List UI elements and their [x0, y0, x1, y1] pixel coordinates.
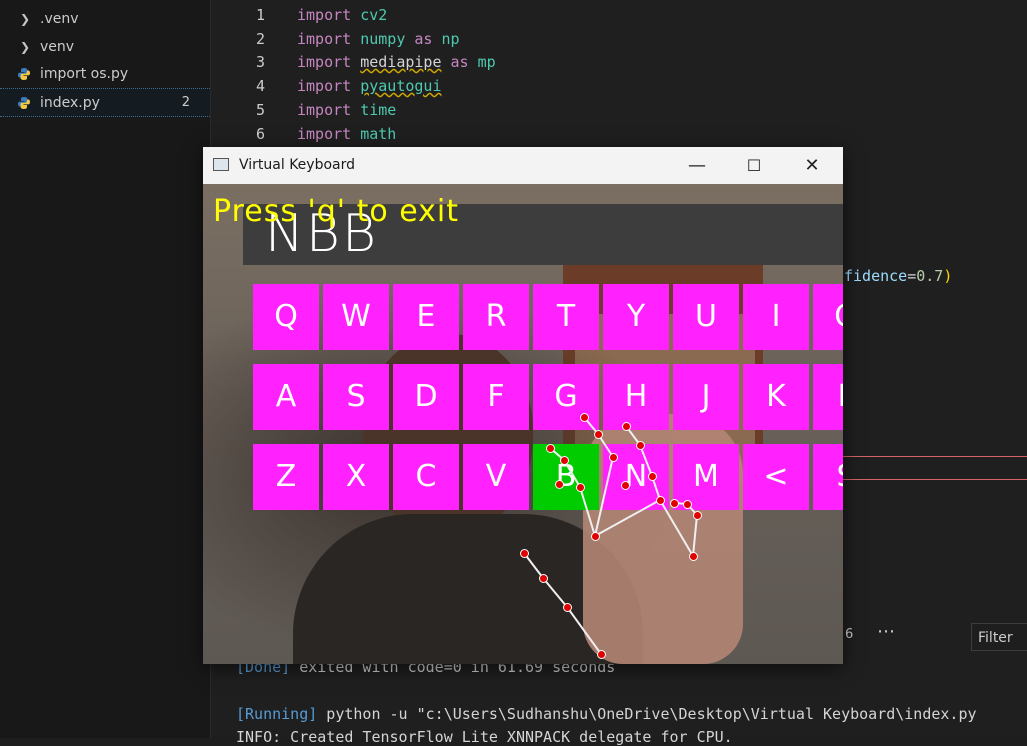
hand-landmark-dot — [693, 511, 702, 520]
python-file-icon — [18, 96, 30, 109]
line-number: 5 — [255, 101, 265, 119]
code-text-partial: fidence=0.7) — [844, 267, 953, 285]
hand-landmark-dot — [539, 574, 548, 583]
code-text: import pyautogui — [297, 77, 442, 95]
hand-landmark-dot — [683, 500, 692, 509]
minimize-button[interactable]: — — [668, 147, 726, 184]
code-line: 4 import pyautogui — [211, 77, 1027, 97]
code-line: 5 import time — [211, 101, 1027, 121]
skeleton-bone — [579, 486, 596, 537]
code-text: import numpy as np — [297, 30, 460, 48]
chevron-right-icon: ❯ — [19, 39, 31, 54]
window-title: Virtual Keyboard — [239, 157, 356, 173]
hand-landmark-dot — [563, 603, 572, 612]
hand-skeleton — [523, 416, 698, 655]
explorer-item-label: index.py — [40, 94, 100, 111]
code-text: import mediapipe as mp — [297, 53, 496, 71]
camera-feed: NBB Press 'q' to exit QWERTYUIOASDFGHJKL… — [203, 184, 843, 664]
hand-landmark-dot — [520, 549, 529, 558]
code-text: import cv2 — [297, 6, 388, 24]
hand-landmark-dot — [555, 480, 564, 489]
hand-landmark-dot — [609, 453, 618, 462]
hand-landmark-dot — [560, 456, 569, 465]
hand-landmark-dot — [546, 444, 555, 453]
window-titlebar[interactable]: Virtual Keyboard — ☐ ✕ — [203, 147, 843, 184]
code-line: 3 import mediapipe as mp — [211, 53, 1027, 73]
code-text: import time — [297, 101, 397, 119]
ellipsis-icon[interactable]: ⋯ — [877, 621, 895, 642]
hand-landmark-dot — [576, 483, 585, 492]
skeleton-bone — [594, 456, 614, 537]
line-number: 3 — [255, 53, 265, 71]
code-line: 6 import math — [211, 125, 1027, 145]
line-number: 1 — [255, 6, 265, 24]
hand-landmark-dot — [648, 472, 657, 481]
hand-landmark-dot — [580, 413, 589, 422]
skeleton-bone — [594, 499, 661, 537]
code-line: 1 import cv2 — [211, 6, 1027, 26]
hand-landmark-dot — [597, 650, 606, 659]
line-number: 4 — [255, 77, 265, 95]
terminal-info-line: INFO: Created TensorFlow Lite XNNPACK de… — [236, 728, 733, 746]
hand-landmark-dot — [656, 496, 665, 505]
hand-landmark-dot — [591, 532, 600, 541]
window-app-icon — [213, 158, 229, 171]
explorer-item-import-os[interactable]: import os.py — [0, 60, 210, 87]
filter-input[interactable]: Filter — [971, 623, 1027, 651]
explorer-item-label: .venv — [40, 10, 79, 27]
explorer-sidebar: ❯ .venv ❯ venv import os.py index.py 2 — [0, 0, 211, 738]
maximize-button[interactable]: ☐ — [725, 147, 783, 184]
virtual-keyboard-window: Virtual Keyboard — ☐ ✕ NBB Press 'q' to … — [203, 147, 843, 664]
explorer-item-label: venv — [40, 38, 75, 55]
highlight-line — [843, 479, 1027, 480]
explorer-item-venv[interactable]: ❯ venv — [0, 33, 210, 60]
hand-landmark-dot — [594, 430, 603, 439]
chevron-right-icon: ❯ — [19, 11, 31, 26]
terminal-running-line: [Running] python -u "c:\Users\Sudhanshu\… — [236, 705, 977, 723]
code-text: import math — [297, 125, 397, 143]
python-file-icon — [18, 67, 30, 80]
hand-landmark-dot — [670, 499, 679, 508]
close-button[interactable]: ✕ — [783, 147, 841, 184]
hand-landmark-dot — [689, 552, 698, 561]
hand-landmark-dot — [636, 441, 645, 450]
highlight-line — [843, 456, 1027, 457]
explorer-item-venv-hidden[interactable]: ❯ .venv — [0, 5, 210, 32]
explorer-item-label: import os.py — [40, 65, 129, 82]
line-number: 2 — [255, 30, 265, 48]
explorer-item-index[interactable]: index.py 2 — [0, 88, 210, 117]
code-line: 2 import numpy as np — [211, 30, 1027, 50]
line-number: 6 — [255, 125, 265, 143]
problems-badge: 2 — [181, 95, 190, 110]
hand-landmark-dot — [621, 481, 630, 490]
skeleton-bone — [692, 514, 698, 557]
skeleton-bone — [542, 577, 568, 608]
hand-landmark-dot — [622, 422, 631, 431]
skeleton-bone — [566, 606, 602, 655]
panel-count: 6 — [845, 627, 854, 642]
